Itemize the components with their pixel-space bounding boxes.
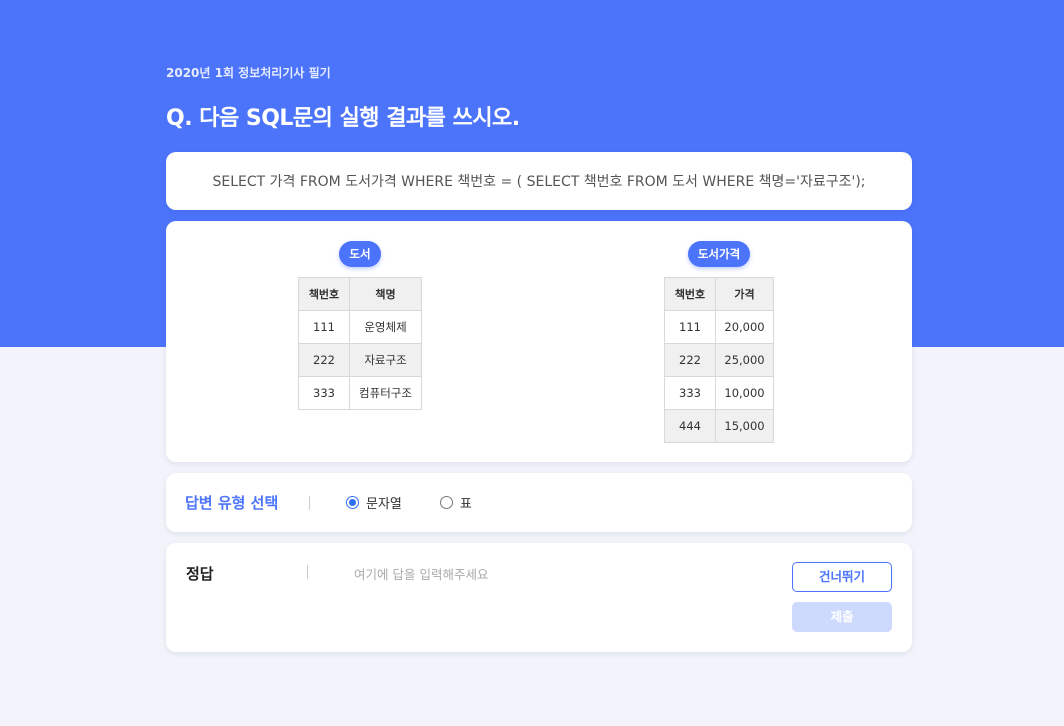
table-row: 111 20,000 bbox=[664, 310, 774, 344]
table-cell: 15,000 bbox=[715, 409, 774, 443]
table-cell: 운영체제 bbox=[349, 310, 422, 344]
books-table: 책번호 책명 111 운영체제 222 자료구조 333 컴퓨터구조 bbox=[298, 277, 422, 410]
table-cell: 222 bbox=[664, 343, 716, 377]
table-cell: 111 bbox=[664, 310, 716, 344]
radio-label: 표 bbox=[459, 497, 472, 512]
sql-card: SELECT 가격 FROM 도서가격 WHERE 책번호 = ( SELECT… bbox=[166, 152, 912, 210]
table-row: 444 15,000 bbox=[664, 409, 774, 443]
column-header: 책명 bbox=[349, 277, 422, 311]
table-cell: 20,000 bbox=[715, 310, 774, 344]
exam-subtitle: 2020년 1회 정보처리기사 필기 bbox=[166, 66, 331, 80]
table-header-row: 책번호 책명 bbox=[298, 277, 422, 311]
column-header: 가격 bbox=[715, 277, 774, 311]
table-row: 222 자료구조 bbox=[298, 343, 422, 377]
radio-checked-icon[interactable] bbox=[346, 496, 359, 509]
skip-button[interactable]: 건너뛰기 bbox=[792, 562, 892, 592]
table-cell: 444 bbox=[664, 409, 716, 443]
answer-type-radio-group: 문자열 표 bbox=[346, 493, 510, 512]
radio-option-string[interactable]: 문자열 bbox=[346, 493, 402, 512]
table-block-books: 도서 책번호 책명 111 운영체제 222 자료구조 333 컴퓨터구조 bbox=[298, 241, 422, 410]
table-row: 222 25,000 bbox=[664, 343, 774, 377]
table-label-books: 도서 bbox=[339, 241, 381, 267]
submit-button[interactable]: 제출 bbox=[792, 602, 892, 632]
table-block-book-prices: 도서가격 책번호 가격 111 20,000 222 25,000 333 10… bbox=[664, 241, 774, 443]
question-title: Q. 다음 SQL문의 실행 결과를 쓰시오. bbox=[166, 106, 520, 131]
sql-statement: SELECT 가격 FROM 도서가격 WHERE 책번호 = ( SELECT… bbox=[212, 174, 866, 190]
divider bbox=[307, 565, 308, 579]
book-prices-table: 책번호 가격 111 20,000 222 25,000 333 10,000 … bbox=[664, 277, 774, 443]
table-header-row: 책번호 가격 bbox=[664, 277, 774, 311]
table-row: 333 컴퓨터구조 bbox=[298, 376, 422, 410]
answer-card: 정답 건너뛰기 제출 bbox=[166, 543, 912, 652]
answer-type-card: 답변 유형 선택 문자열 표 bbox=[166, 473, 912, 532]
divider bbox=[309, 495, 310, 510]
answer-title: 정답 bbox=[186, 565, 214, 583]
answer-input[interactable] bbox=[354, 563, 774, 585]
radio-option-table[interactable]: 표 bbox=[439, 493, 472, 512]
table-row: 111 운영체제 bbox=[298, 310, 422, 344]
table-cell: 333 bbox=[664, 376, 716, 410]
table-cell: 자료구조 bbox=[349, 343, 422, 377]
table-row: 333 10,000 bbox=[664, 376, 774, 410]
table-cell: 111 bbox=[298, 310, 350, 344]
column-header: 책번호 bbox=[664, 277, 716, 311]
table-cell: 25,000 bbox=[715, 343, 774, 377]
radio-label: 문자열 bbox=[366, 497, 402, 512]
column-header: 책번호 bbox=[298, 277, 350, 311]
table-cell: 컴퓨터구조 bbox=[349, 376, 422, 410]
table-cell: 10,000 bbox=[715, 376, 774, 410]
radio-unchecked-icon[interactable] bbox=[439, 496, 453, 509]
answer-type-title: 답변 유형 선택 bbox=[185, 494, 279, 512]
table-cell: 222 bbox=[298, 343, 350, 377]
table-label-book-prices: 도서가격 bbox=[687, 241, 751, 267]
tables-card: 도서 책번호 책명 111 운영체제 222 자료구조 333 컴퓨터구조 도서… bbox=[166, 221, 912, 462]
table-cell: 333 bbox=[298, 376, 350, 410]
